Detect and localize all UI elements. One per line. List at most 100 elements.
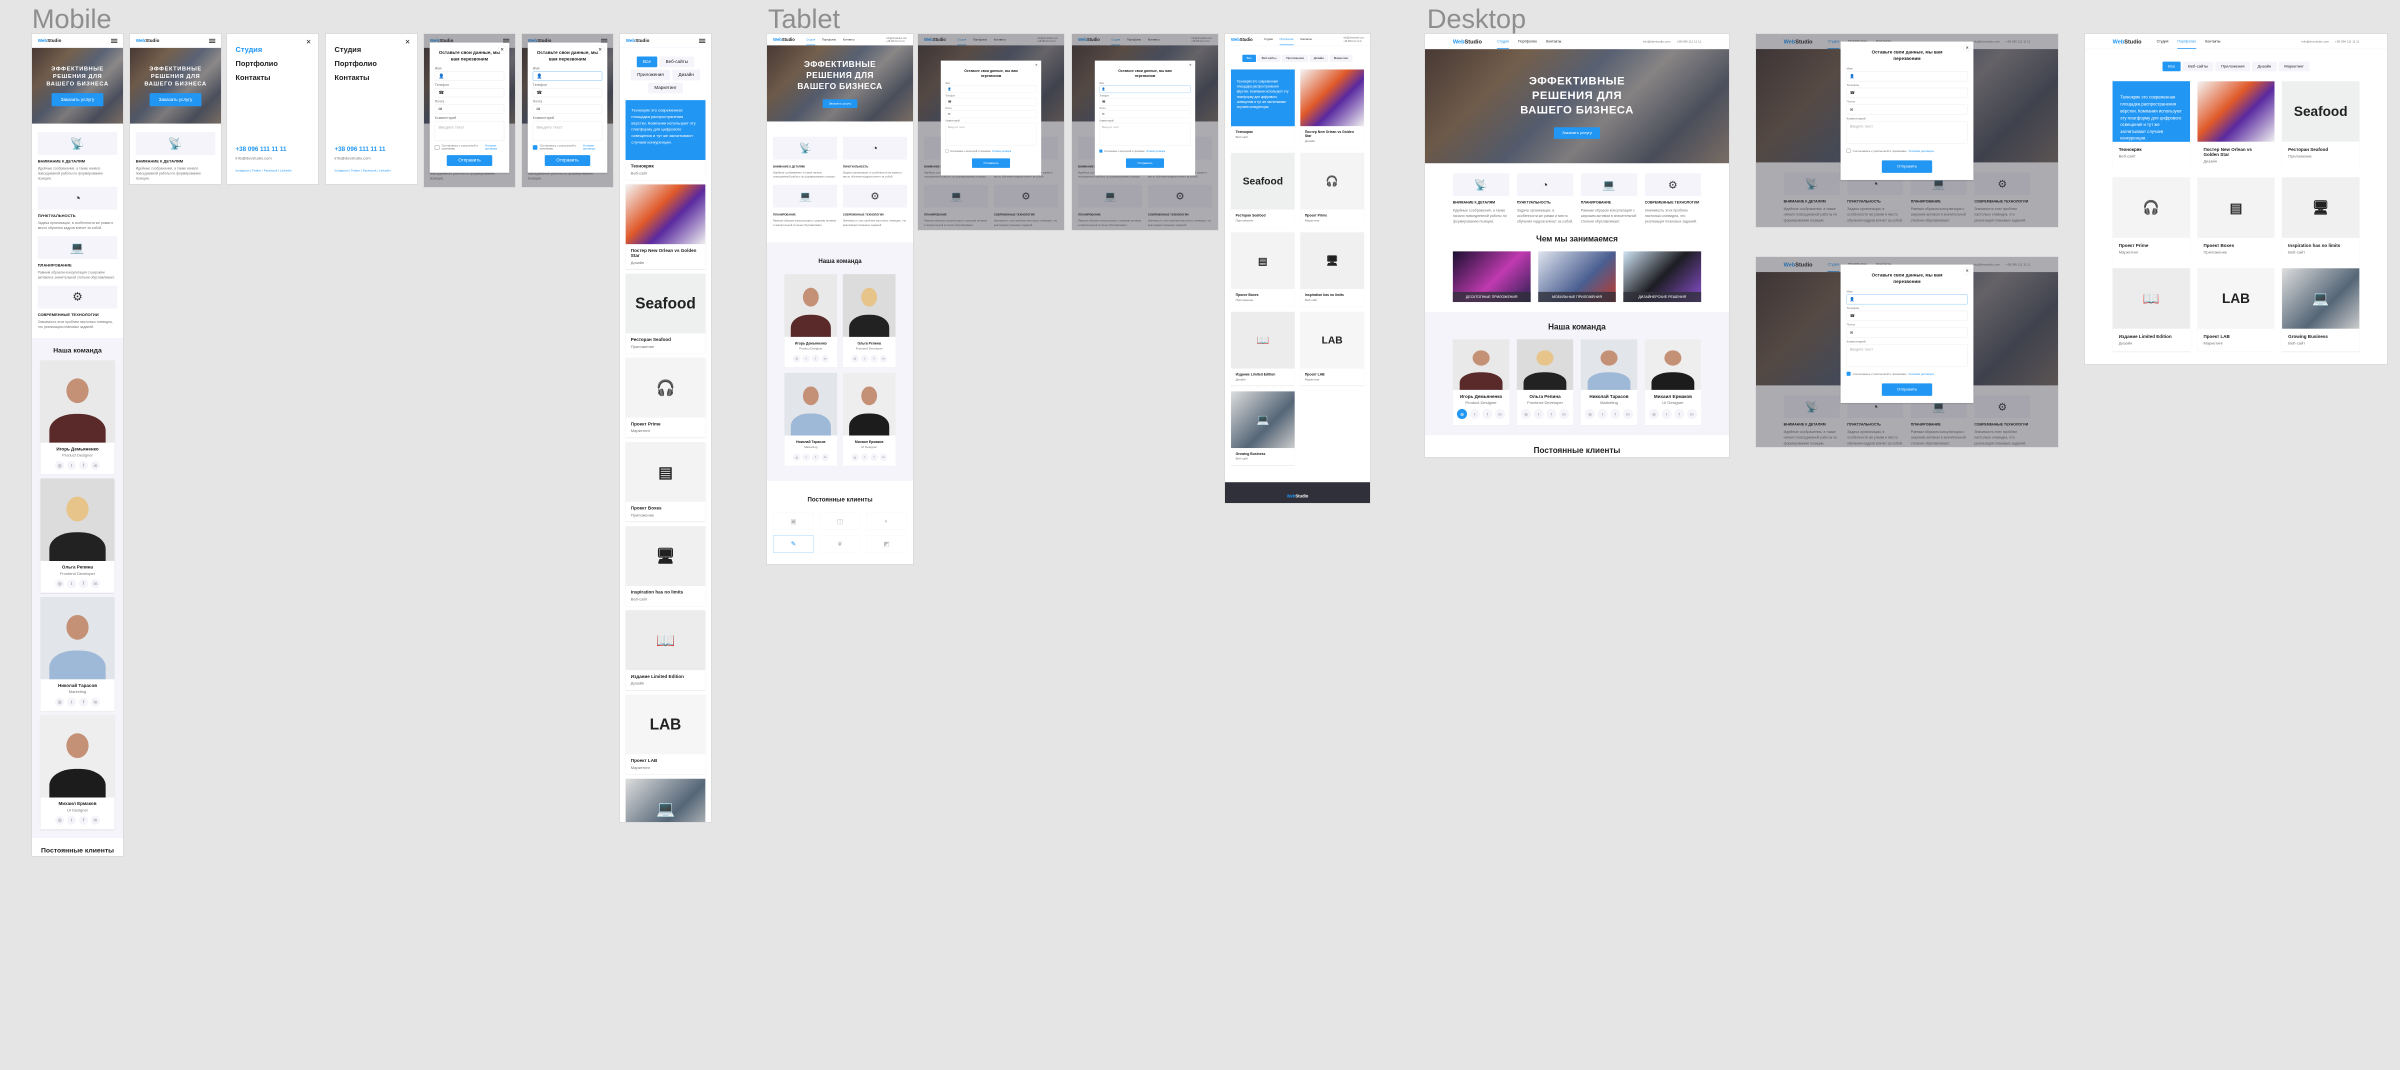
logo[interactable]: WebStudio <box>2113 38 2142 45</box>
instagram-icon[interactable]: ◎ <box>55 579 65 589</box>
facebook-icon[interactable]: f <box>811 453 820 462</box>
nav-link[interactable]: Студия <box>1264 34 1273 45</box>
portfolio-item[interactable]: Постер New Orlean vs Golden Star Дизайн <box>1300 69 1364 147</box>
logo[interactable]: WebStudio <box>1453 38 1482 45</box>
modal-field-2[interactable]: ✉ <box>434 104 505 114</box>
terms-link[interactable]: Условия договора <box>1908 149 1933 153</box>
client-logo-icon[interactable]: ✎ <box>773 535 814 553</box>
order-service-button[interactable]: Заказать услугу <box>149 93 202 107</box>
portfolio-item[interactable]: 🎧 Проект Prime Маркетинг <box>2112 177 2190 260</box>
portfolio-item[interactable]: 📖 Издание Limited Edition Дизайн <box>1231 311 1295 386</box>
filter-button[interactable]: Дизайн <box>672 69 701 81</box>
twitter-icon[interactable]: t <box>1533 408 1544 420</box>
modal-field-1[interactable]: ☎ <box>945 97 1037 106</box>
modal-field-1[interactable]: ☎ <box>532 88 603 98</box>
modal-field-0[interactable]: 👤 <box>434 71 505 81</box>
twitter-icon[interactable]: t <box>1469 408 1480 420</box>
modal-field-2[interactable]: ✉ <box>1846 104 1968 115</box>
comment-textarea[interactable]: Введите текст <box>434 121 505 141</box>
twitter-icon[interactable]: t <box>802 354 810 363</box>
linkedin-icon[interactable]: in <box>90 697 100 707</box>
portfolio-item[interactable]: ▤ Проект Boxes Приложение <box>625 442 706 522</box>
linkedin-icon[interactable]: in <box>1622 408 1634 420</box>
close-icon[interactable]: ✕ <box>497 45 507 54</box>
nav-link[interactable]: Студия <box>1497 34 1509 49</box>
portfolio-item[interactable]: Постер New Orlean vs Golden Star Дизайн <box>625 184 706 269</box>
comment-textarea[interactable]: Введите текст <box>945 122 1037 146</box>
terms-link[interactable]: Условия договора <box>1146 150 1165 153</box>
nav-link[interactable]: Контакты <box>1300 34 1311 45</box>
facebook-icon[interactable]: f <box>811 354 820 363</box>
facebook-icon[interactable]: f <box>78 460 89 470</box>
facebook-icon[interactable]: f <box>1482 408 1493 420</box>
portfolio-item[interactable]: 🖥 Inspiration has no limits Веб-сайт <box>1300 232 1364 306</box>
portfolio-item[interactable]: LAB Проект LAB Маркетинг <box>1300 311 1364 386</box>
agree-checkbox[interactable] <box>1846 371 1851 376</box>
menu-link[interactable]: Контакты <box>236 73 310 82</box>
close-icon[interactable]: ✕ <box>306 39 311 46</box>
submit-button[interactable]: Отправить <box>1881 160 1933 173</box>
twitter-icon[interactable]: t <box>66 579 77 589</box>
portfolio-item[interactable]: ▤ Проект Boxes Приложение <box>2197 177 2275 260</box>
modal-field-2[interactable]: ✉ <box>1846 327 1968 338</box>
submit-button[interactable]: Отправить <box>1881 383 1933 396</box>
phone-link[interactable]: +38 096 111 11 11 <box>886 40 907 43</box>
logo[interactable]: WebStudio <box>1231 37 1253 42</box>
close-icon[interactable]: ✕ <box>1963 267 1971 275</box>
modal-field-0[interactable]: 👤 <box>1846 294 1968 305</box>
menu-link[interactable]: Портфолио <box>236 59 310 68</box>
portfolio-item[interactable]: 📖 Издание Limited Edition Дизайн <box>2112 268 2190 351</box>
linkedin-icon[interactable]: in <box>90 579 100 589</box>
submit-button[interactable]: Отправить <box>1126 158 1164 168</box>
filter-button[interactable]: Все <box>1242 54 1256 62</box>
portfolio-item[interactable]: Seafood Ресторан Seafood Приложение <box>1231 152 1295 227</box>
email-link[interactable]: info@devstudio.com <box>886 37 907 40</box>
order-service-button[interactable]: Заказать услугу <box>822 99 858 108</box>
twitter-icon[interactable]: t <box>66 815 77 825</box>
instagram-icon[interactable]: ◎ <box>851 453 859 462</box>
nav-link[interactable]: Контакты <box>2205 34 2220 49</box>
portfolio-item[interactable]: Технокряк это современная площадка распр… <box>1231 69 1295 147</box>
facebook-icon[interactable]: f <box>1610 408 1621 420</box>
logo[interactable]: WebStudio <box>626 38 650 43</box>
linkedin-icon[interactable]: in <box>821 453 829 462</box>
client-logo-icon[interactable]: ◐ <box>866 512 907 530</box>
submit-button[interactable]: Отправить <box>446 155 493 166</box>
menu-link[interactable]: Студия <box>335 45 409 54</box>
twitter-icon[interactable]: t <box>802 453 810 462</box>
service-card[interactable]: Дизайнерские решения <box>1623 251 1702 303</box>
nav-link[interactable]: Студия <box>2157 34 2169 49</box>
linkedin-icon[interactable]: in <box>821 354 829 363</box>
portfolio-item[interactable]: Технокряк это современная площадка распр… <box>625 100 706 180</box>
filter-button[interactable]: Веб-сайты <box>2182 61 2214 72</box>
phone-link[interactable]: +38 096 111 11 11 <box>2335 40 2359 44</box>
portfolio-item[interactable]: 🎧 Проект Prime Маркетинг <box>625 357 706 438</box>
footer-logo[interactable]: WebStudio <box>1279 494 1317 499</box>
comment-textarea[interactable]: Введите текст <box>1099 122 1191 146</box>
nav-link[interactable]: Контакты <box>1546 34 1561 49</box>
nav-link[interactable]: Контакты <box>843 34 854 45</box>
twitter-icon[interactable]: t <box>1597 408 1608 420</box>
agree-checkbox[interactable] <box>1846 148 1851 153</box>
instagram-icon[interactable]: ◎ <box>55 460 65 470</box>
instagram-icon[interactable]: ◎ <box>1456 408 1468 420</box>
portfolio-item[interactable]: 🖥 Inspiration has no limits Веб-сайт <box>2282 177 2360 260</box>
portfolio-item[interactable]: Seafood Ресторан Seafood Приложение <box>2282 81 2360 170</box>
service-card[interactable]: Мобильные приложения <box>1538 251 1616 303</box>
terms-link[interactable]: Условия договора <box>485 144 504 150</box>
email-link[interactable]: info@devstudio.com <box>1643 40 1671 44</box>
facebook-icon[interactable]: f <box>1546 408 1557 420</box>
filter-button[interactable]: Все <box>2162 61 2181 72</box>
facebook-icon[interactable]: f <box>870 354 878 363</box>
facebook-icon[interactable]: f <box>870 453 878 462</box>
filter-button[interactable]: Маркетинг <box>2278 61 2310 72</box>
instagram-icon[interactable]: ◎ <box>1584 408 1596 420</box>
instagram-icon[interactable]: ◎ <box>1520 408 1532 420</box>
comment-textarea[interactable]: Введите текст <box>1846 121 1968 144</box>
filter-button[interactable]: Веб-сайты <box>659 56 695 68</box>
nav-link[interactable]: Портфолио <box>1279 34 1294 46</box>
facebook-icon[interactable]: f <box>78 697 89 707</box>
agree-checkbox[interactable] <box>434 145 440 150</box>
close-icon[interactable]: ✕ <box>405 39 410 46</box>
close-icon[interactable]: ✕ <box>1033 62 1040 69</box>
